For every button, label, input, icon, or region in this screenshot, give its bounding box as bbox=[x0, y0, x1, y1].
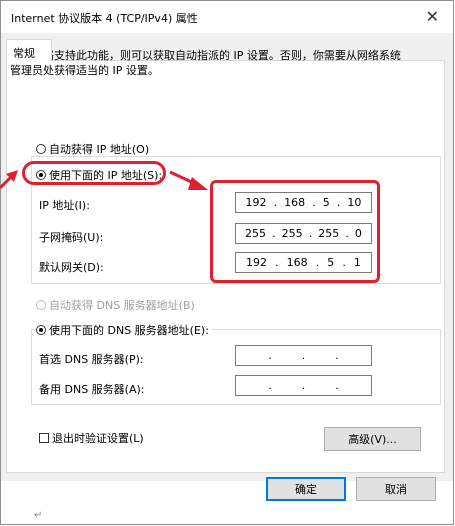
dns1-dot: . bbox=[268, 349, 272, 362]
auto-dns-label: 自动获得 DNS 服务器地址(B) bbox=[49, 299, 195, 312]
dns2-dot: . bbox=[268, 379, 272, 392]
advanced-button[interactable]: 高级(V)... bbox=[324, 427, 421, 451]
annotation-box bbox=[210, 180, 380, 283]
close-icon[interactable]: ✕ bbox=[426, 7, 439, 26]
cancel-button[interactable]: 取消 bbox=[356, 477, 436, 501]
auto-ip-label: 自动获得 IP 地址(O) bbox=[49, 143, 150, 156]
dns2-dot: . bbox=[335, 379, 339, 392]
alternate-dns-label: 备用 DNS 服务器(A): bbox=[39, 383, 145, 396]
manual-dns-option[interactable]: 使用下面的 DNS 服务器地址(E): bbox=[36, 322, 212, 338]
auto-ip-option[interactable]: 自动获得 IP 地址(O) bbox=[36, 141, 149, 157]
description-text: 如果网络支持此功能，则可以获取自动指派的 IP 设置。否则，你需要从网络系统管理… bbox=[10, 49, 401, 77]
cursor-mark: ↵ bbox=[34, 510, 43, 521]
dns2-dot: . bbox=[301, 379, 306, 392]
preferred-dns-label: 首选 DNS 服务器(P): bbox=[39, 353, 144, 366]
auto-ip-radio[interactable] bbox=[36, 144, 46, 154]
gateway-label: 默认网关(D): bbox=[39, 261, 104, 274]
manual-dns-radio[interactable] bbox=[36, 325, 46, 335]
subnet-mask-label: 子网掩码(U): bbox=[39, 231, 104, 244]
dns1-dot: . bbox=[335, 349, 339, 362]
title-bar: Internet 协议版本 4 (TCP/IPv4) 属性 ✕ bbox=[1, 1, 453, 33]
auto-dns-radio[interactable] bbox=[36, 300, 46, 310]
window-title: Internet 协议版本 4 (TCP/IPv4) 属性 bbox=[11, 12, 198, 25]
manual-dns-label: 使用下面的 DNS 服务器地址(E): bbox=[49, 324, 209, 337]
annotation-oval bbox=[22, 161, 166, 185]
ok-button[interactable]: 确定 bbox=[266, 477, 346, 501]
preferred-dns-field[interactable]: ... bbox=[235, 345, 372, 366]
validate-option[interactable]: 退出时验证设置(L) bbox=[39, 430, 144, 446]
validate-label: 退出时验证设置(L) bbox=[52, 432, 144, 445]
auto-dns-option[interactable]: 自动获得 DNS 服务器地址(B) bbox=[36, 297, 195, 313]
alternate-dns-field[interactable]: ... bbox=[235, 375, 372, 396]
ip-address-label: IP 地址(I): bbox=[39, 199, 90, 212]
validate-checkbox[interactable] bbox=[39, 433, 49, 443]
dns1-dot: . bbox=[301, 349, 306, 362]
tab-general[interactable]: 常规 bbox=[6, 39, 52, 61]
